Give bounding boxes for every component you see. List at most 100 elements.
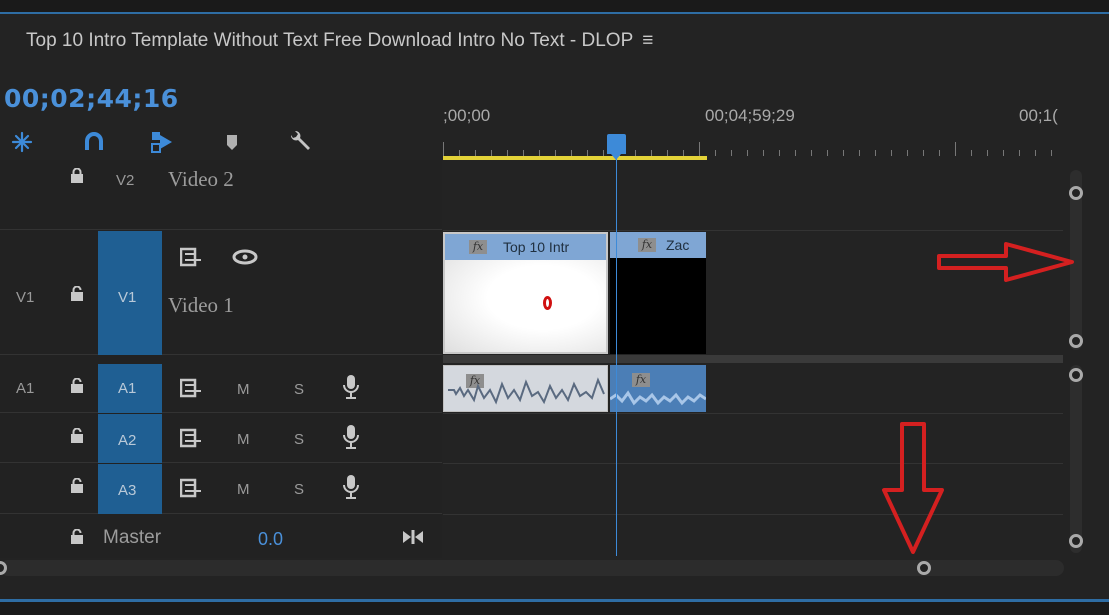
audio-clip[interactable]: fx — [443, 365, 608, 412]
sync-lock-icon[interactable] — [180, 378, 202, 398]
ruler-tick — [1035, 150, 1036, 156]
mute-button[interactable]: M — [237, 431, 250, 448]
track-target-label: A2 — [118, 432, 137, 449]
mute-button[interactable]: M — [237, 481, 250, 498]
ruler-label-mid: 00;04;59;29 — [705, 106, 795, 125]
microphone-icon[interactable] — [342, 474, 360, 500]
clip-name: Top 10 Intr — [503, 239, 570, 255]
track-target-v1[interactable]: V1 — [98, 231, 162, 355]
bottom-strip — [0, 602, 1109, 615]
ruler-tick — [715, 150, 716, 156]
lock-icon[interactable] — [70, 378, 84, 394]
ruler-tick — [699, 142, 700, 156]
track-header-a1: A1 A1 M S — [0, 364, 442, 413]
video-audio-divider[interactable] — [443, 355, 1063, 363]
playhead-line[interactable] — [616, 150, 617, 556]
ruler-tick — [987, 150, 988, 156]
audio-clip[interactable]: fx — [610, 365, 706, 412]
microphone-icon[interactable] — [342, 374, 360, 400]
ruler-tick — [795, 150, 796, 156]
ruler-tick — [955, 142, 956, 156]
track-target-a3[interactable]: A3 — [98, 464, 162, 514]
panel-menu-icon[interactable]: ≡ — [642, 30, 653, 51]
audio-waveform — [610, 390, 706, 406]
track-header-a2: A2 M S — [0, 414, 442, 463]
fx-badge[interactable]: fx — [469, 240, 487, 254]
eye-icon[interactable] — [232, 249, 258, 265]
ruler-tick — [843, 150, 844, 156]
source-patch-v1[interactable]: V1 — [16, 289, 34, 306]
track-target-a1[interactable]: A1 — [98, 364, 162, 413]
track-divider — [443, 463, 1063, 464]
ruler-tick — [763, 150, 764, 156]
playhead-timecode[interactable]: 00;02;44;16 — [4, 84, 179, 113]
audio-vertical-scrollbar[interactable] — [1070, 365, 1082, 553]
lock-icon[interactable] — [70, 478, 84, 494]
ruler-tick — [891, 150, 892, 156]
ruler-tick — [907, 150, 908, 156]
sync-lock-icon[interactable] — [180, 428, 202, 448]
scrollbar-handle-top[interactable] — [1069, 368, 1083, 382]
audio-waveform — [448, 377, 605, 405]
playhead-handle[interactable] — [607, 134, 626, 160]
lock-icon[interactable] — [70, 529, 84, 545]
horizontal-zoom-scrollbar[interactable] — [0, 560, 1064, 576]
track-name-v1: Video 1 — [168, 293, 234, 317]
ruler-tick — [731, 150, 732, 156]
ruler-tick — [939, 150, 940, 156]
video-clip[interactable]: fx Zac — [610, 232, 706, 354]
mute-button[interactable]: M — [237, 381, 250, 398]
fx-badge[interactable]: fx — [638, 238, 656, 252]
track-header-master: Master 0.0 — [0, 515, 442, 559]
track-target-v2[interactable]: V2 — [116, 172, 134, 189]
scrollbar-handle-bottom[interactable] — [1069, 534, 1083, 548]
go-to-in-out-icon[interactable] — [402, 529, 424, 545]
solo-button[interactable]: S — [294, 431, 304, 448]
master-volume-value[interactable]: 0.0 — [258, 529, 283, 550]
ruler-tick — [747, 150, 748, 156]
source-patch-a1[interactable]: A1 — [16, 380, 34, 397]
lock-icon[interactable] — [70, 428, 84, 444]
scrollbar-handle-bottom[interactable] — [1069, 334, 1083, 348]
settings-wrench-icon[interactable] — [286, 128, 314, 156]
time-ruler[interactable]: ;00;00 00;04;59;29 00;1( — [443, 90, 1103, 158]
ruler-tick — [443, 142, 444, 156]
zoom-handle-right[interactable] — [917, 561, 931, 575]
ruler-tick — [811, 150, 812, 156]
snap-icon[interactable] — [8, 128, 36, 156]
ruler-tick — [1051, 150, 1052, 156]
track-name-v2: Video 2 — [168, 167, 234, 191]
track-target-label: A1 — [118, 380, 137, 397]
panel-title[interactable]: Top 10 Intro Template Without Text Free … — [26, 30, 653, 52]
track-divider — [443, 230, 1063, 231]
lock-icon[interactable] — [70, 286, 84, 302]
track-target-label: V1 — [118, 289, 137, 306]
solo-button[interactable]: S — [294, 481, 304, 498]
red-arrow-right-icon — [937, 242, 1074, 282]
sequence-name: Top 10 Intro Template Without Text Free … — [26, 30, 633, 51]
track-target-a2[interactable]: A2 — [98, 414, 162, 463]
solo-button[interactable]: S — [294, 381, 304, 398]
red-arrow-down-icon — [882, 422, 944, 554]
top-strip — [0, 0, 1109, 12]
clip-header — [610, 232, 706, 258]
panel-border-top — [0, 12, 1109, 14]
linked-selection-icon[interactable] — [80, 128, 108, 156]
clip-thumbnail — [445, 260, 606, 352]
lock-icon[interactable] — [70, 168, 84, 184]
ruler-ticks — [443, 142, 1063, 156]
scrollbar-handle-top[interactable] — [1069, 186, 1083, 200]
microphone-icon[interactable] — [342, 424, 360, 450]
ruler-label-start: ;00;00 — [443, 106, 491, 125]
track-header-a3: A3 M S — [0, 464, 442, 514]
ruler-label-end: 00;1( — [1019, 106, 1058, 125]
clip-name: Zac — [666, 237, 690, 253]
add-marker-icon[interactable] — [218, 128, 246, 156]
video-clip[interactable]: fx Top 10 Intr — [443, 232, 608, 354]
ruler-tick — [827, 150, 828, 156]
sync-lock-icon[interactable] — [180, 478, 202, 498]
insert-nested-icon[interactable] — [148, 128, 176, 156]
ruler-tick — [971, 150, 972, 156]
track-target-label: A3 — [118, 482, 137, 499]
sync-lock-icon[interactable] — [180, 247, 202, 267]
